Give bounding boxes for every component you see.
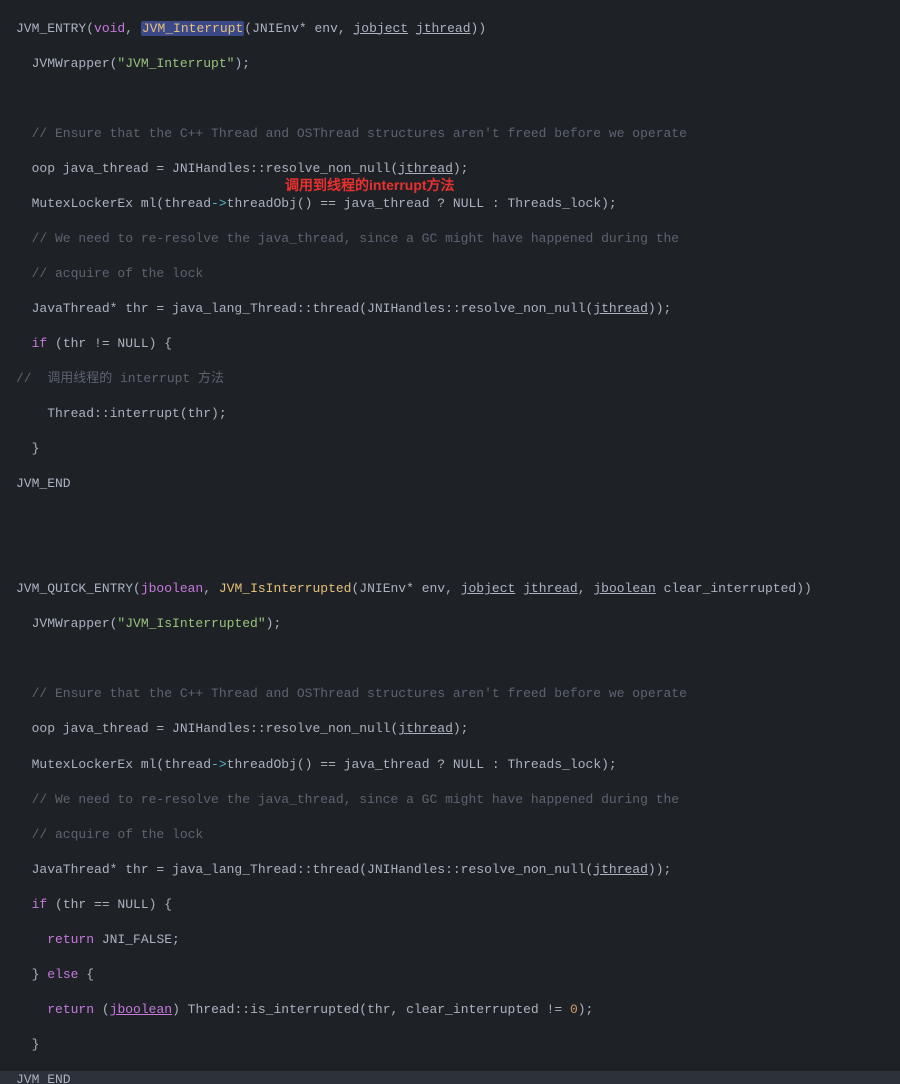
code-line: MutexLockerEx ml(thread->threadObj() == … <box>0 756 900 774</box>
code-line: } else { <box>0 966 900 984</box>
code-line <box>0 545 900 563</box>
code-line: MutexLockerEx ml(thread->threadObj() == … <box>0 195 900 213</box>
code-line: if (thr != NULL) { <box>0 335 900 353</box>
code-line: JVM_ENTRY(void, JVM_Interrupt(JNIEnv* en… <box>0 20 900 38</box>
code-editor[interactable]: JVM_ENTRY(void, JVM_Interrupt(JNIEnv* en… <box>0 0 900 1084</box>
code-line: JVMWrapper("JVM_IsInterrupted"); <box>0 615 900 633</box>
code-line: Thread::interrupt(thr); <box>0 405 900 423</box>
selected-text: JVM_Interrupt <box>141 21 244 36</box>
code-line: // acquire of the lock <box>0 265 900 283</box>
code-line: return JNI_FALSE; <box>0 931 900 949</box>
code-line: // Ensure that the C++ Thread and OSThre… <box>0 125 900 143</box>
code-line: JavaThread* thr = java_lang_Thread::thre… <box>0 300 900 318</box>
code-line <box>0 90 900 108</box>
code-line: JVM_END <box>0 475 900 493</box>
code-line: // We need to re-resolve the java_thread… <box>0 791 900 809</box>
code-line <box>0 650 900 668</box>
code-line: // We need to re-resolve the java_thread… <box>0 230 900 248</box>
code-line: } <box>0 1036 900 1054</box>
code-line: JVM_QUICK_ENTRY(jboolean, JVM_IsInterrup… <box>0 580 900 598</box>
code-line: // Ensure that the C++ Thread and OSThre… <box>0 685 900 703</box>
code-line: return (jboolean) Thread::is_interrupted… <box>0 1001 900 1019</box>
code-line: } <box>0 440 900 458</box>
code-line: oop java_thread = JNIHandles::resolve_no… <box>0 160 900 178</box>
code-line: // acquire of the lock <box>0 826 900 844</box>
code-line: oop java_thread = JNIHandles::resolve_no… <box>0 720 900 738</box>
code-line-current: JVM_END <box>0 1071 900 1084</box>
code-line: JVMWrapper("JVM_Interrupt"); <box>0 55 900 73</box>
code-line <box>0 510 900 528</box>
annotation-label: 调用到线程的interrupt方法 <box>285 176 455 195</box>
code-line: // 调用线程的 interrupt 方法 <box>0 370 900 388</box>
code-line: if (thr == NULL) { <box>0 896 900 914</box>
code-line: JavaThread* thr = java_lang_Thread::thre… <box>0 861 900 879</box>
